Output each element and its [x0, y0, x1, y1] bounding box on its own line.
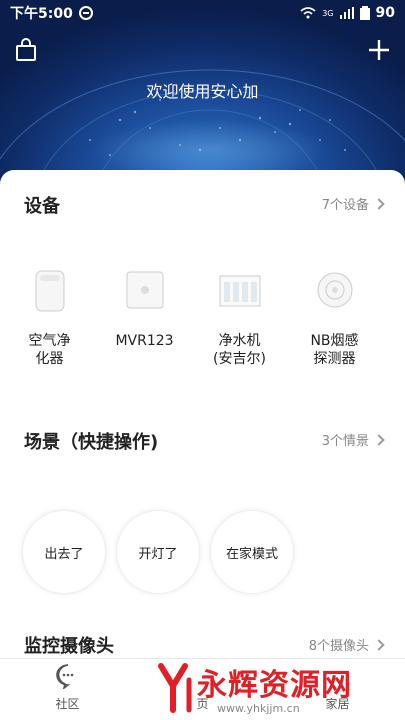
- device-item-smoke-detector[interactable]: NB烟感 探测器: [287, 262, 382, 368]
- scene-list: 出去了 开灯了 在家模式: [22, 510, 294, 594]
- nav-item-community[interactable]: 社区: [0, 659, 135, 720]
- wifi-icon: [300, 7, 316, 19]
- air-purifier-icon: [22, 262, 78, 318]
- scenes-link[interactable]: 3个情景: [321, 430, 385, 449]
- signal-icon: [339, 7, 354, 19]
- devices-link[interactable]: 7个设备: [321, 194, 385, 213]
- battery-icon: [359, 6, 370, 20]
- add-icon[interactable]: [367, 38, 391, 62]
- device-label: 净水机 (安吉尔): [213, 333, 266, 367]
- main-card: 设备 7个设备 空气净 化器 MVR123 净水机 (安吉尔) NB烟感 探测器…: [0, 170, 405, 670]
- devices-count: 7个设备: [321, 198, 369, 213]
- nav-label: 社区: [55, 697, 80, 711]
- scene-button-out[interactable]: 出去了: [22, 510, 106, 594]
- devices-title: 设备: [24, 196, 60, 217]
- chevron-right-icon: [373, 197, 385, 210]
- smoke-detector-icon: [307, 262, 363, 318]
- cameras-link[interactable]: 8个摄像头: [308, 635, 385, 654]
- site-watermark: 永辉资源网 www.yhkjjm.cn: [155, 660, 405, 720]
- scene-button-home-mode[interactable]: 在家模式: [210, 510, 294, 594]
- notification-icon: [78, 6, 93, 20]
- watermark-url: www.yhkjjm.cn: [217, 702, 300, 715]
- chat-icon: [55, 664, 73, 689]
- scene-button-lights-on[interactable]: 开灯了: [116, 510, 200, 594]
- watermark-text: 永辉资源网: [197, 668, 352, 703]
- device-item-water-purifier[interactable]: 净水机 (安吉尔): [192, 262, 287, 368]
- status-bar: 下午5:00 3G 90: [0, 0, 405, 26]
- cameras-count: 8个摄像头: [308, 639, 369, 654]
- network-type: 3G: [322, 8, 334, 18]
- mvr-device-icon: [117, 262, 173, 318]
- bag-icon[interactable]: [14, 38, 38, 62]
- status-time: 下午5:00: [10, 6, 73, 22]
- watermark-logo-icon: [158, 663, 192, 713]
- battery-level: 90: [375, 5, 395, 21]
- welcome-text: 欢迎使用安心加: [146, 82, 259, 101]
- device-label: NB烟感 探测器: [310, 333, 359, 367]
- scenes-title: 场景（快捷操作): [24, 432, 159, 453]
- device-label: 空气净 化器: [28, 333, 71, 367]
- device-item-air-purifier[interactable]: 空气净 化器: [2, 262, 97, 368]
- cameras-title: 监控摄像头: [24, 636, 114, 657]
- device-item-mvr123[interactable]: MVR123: [97, 262, 192, 368]
- chevron-right-icon: [373, 638, 385, 651]
- scenes-count: 3个情景: [321, 434, 369, 449]
- device-label: MVR123: [115, 333, 174, 349]
- device-list: 空气净 化器 MVR123 净水机 (安吉尔) NB烟感 探测器: [0, 262, 405, 368]
- water-purifier-icon: [212, 262, 268, 318]
- chevron-right-icon: [373, 433, 385, 446]
